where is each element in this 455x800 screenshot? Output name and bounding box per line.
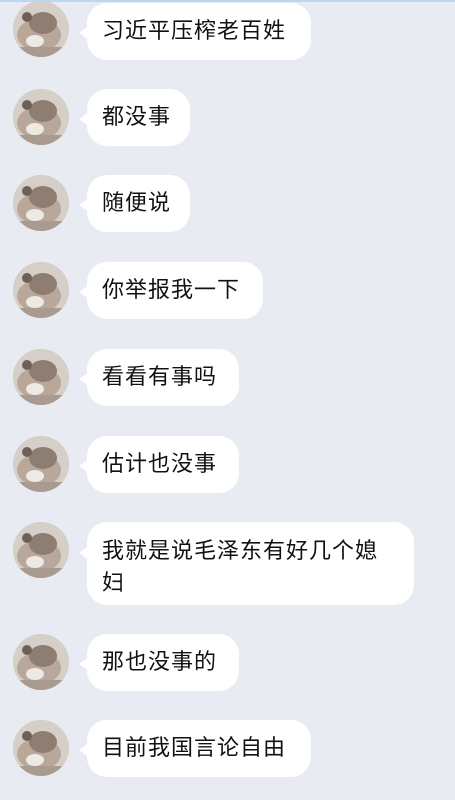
chat-message-list[interactable]: 习近平压榨老百姓 都没事 随便说 你举报我一下 看看有事吗 估计也没事 我就是说… [0, 0, 455, 800]
message-bubble[interactable]: 随便说 [87, 175, 190, 232]
message-text: 看看有事吗 [102, 364, 218, 390]
message-bubble[interactable]: 那也没事的 [87, 634, 239, 691]
message-text: 习近平压榨老百姓 [102, 18, 287, 44]
sender-avatar[interactable] [13, 522, 69, 578]
sender-avatar[interactable] [13, 1, 69, 57]
sender-avatar[interactable] [13, 89, 69, 145]
cat-avatar-icon [13, 349, 69, 405]
message-text: 都没事 [102, 104, 172, 130]
sender-avatar[interactable] [13, 634, 69, 690]
message-bubble[interactable]: 估计也没事 [87, 436, 239, 493]
message-text: 那也没事的 [102, 649, 218, 675]
message-bubble[interactable]: 你举报我一下 [87, 262, 263, 319]
sender-avatar[interactable] [13, 175, 69, 231]
cat-avatar-icon [13, 262, 69, 318]
message-text: 目前我国言论自由 [102, 735, 287, 761]
message-text: 随便说 [102, 190, 172, 216]
cat-avatar-icon [13, 89, 69, 145]
cat-avatar-icon [13, 436, 69, 492]
sender-avatar[interactable] [13, 262, 69, 318]
message-bubble[interactable]: 习近平压榨老百姓 [87, 3, 311, 60]
message-text: 我就是说毛泽东有好几个媳妇 [102, 539, 379, 596]
message-bubble[interactable]: 目前我国言论自由 [87, 720, 311, 777]
message-text: 你举报我一下 [102, 277, 241, 303]
cat-avatar-icon [13, 1, 69, 57]
cat-avatar-icon [13, 175, 69, 231]
cat-avatar-icon [13, 720, 69, 776]
message-bubble[interactable]: 都没事 [87, 89, 190, 146]
cat-avatar-icon [13, 522, 69, 578]
sender-avatar[interactable] [13, 436, 69, 492]
sender-avatar[interactable] [13, 349, 69, 405]
message-bubble[interactable]: 看看有事吗 [87, 349, 239, 406]
sender-avatar[interactable] [13, 720, 69, 776]
message-bubble[interactable]: 我就是说毛泽东有好几个媳妇 [87, 522, 414, 605]
message-text: 估计也没事 [102, 451, 218, 477]
cat-avatar-icon [13, 634, 69, 690]
